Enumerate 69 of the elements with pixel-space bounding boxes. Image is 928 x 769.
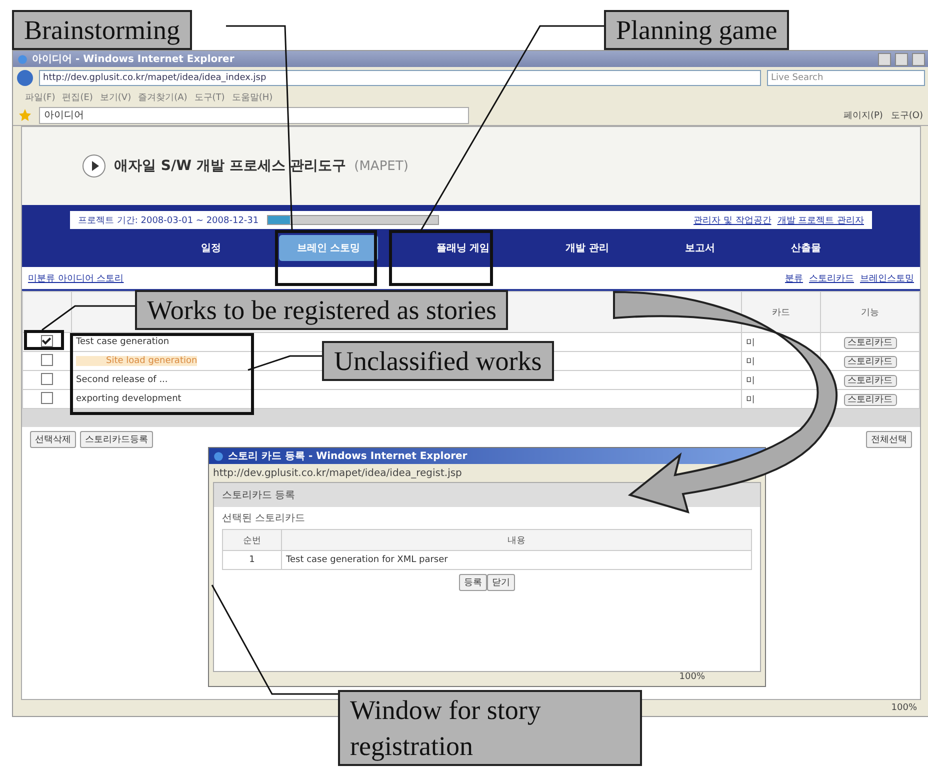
address-field[interactable]: http://dev.gplusit.co.kr/mapet/idea/idea_index.jsp [39,70,761,86]
toolbar-button[interactable]: 도구(O) [890,108,923,122]
breadcrumb-link[interactable]: 브레인스토밍 [860,272,914,284]
action-button[interactable]: 스토리카드등록 [80,430,153,448]
search-field[interactable]: Live Search [767,70,925,86]
close-button[interactable] [912,52,925,66]
nav-tab[interactable]: 플래닝 게임 [418,235,508,261]
toolbar-button[interactable]: 페이지(P) [843,108,883,122]
callout-label: Works to be registered as stories [135,290,508,330]
column-header: 카드 [742,292,820,332]
table-cell: Test case generation for XML parser [282,550,752,570]
nav-tab[interactable]: 개발 관리 [548,235,628,261]
zoom-level[interactable]: 100% [679,672,705,686]
row-checkbox[interactable] [41,392,53,404]
breadcrumb-link[interactable]: 분류 [785,272,803,284]
browser-logo-icon [213,450,224,462]
back-button[interactable] [17,70,33,86]
maximize-button[interactable] [895,52,908,66]
browser-logo-icon [17,54,28,64]
menu-item[interactable]: 즐겨찾기(A) [138,90,188,104]
popup-button[interactable]: 닫기 [487,574,515,591]
select-all-button[interactable]: 전체선택 [866,430,912,448]
story-card-button[interactable]: 스토리카드 [844,394,896,406]
story-card-button[interactable]: 스토리카드 [844,336,896,348]
menu-item[interactable]: 파일(F) [25,90,56,104]
nav-tab[interactable]: 산출물 [773,235,840,261]
column-header: 내용 [282,530,752,550]
window-title: 아이디어 - Windows Internet Explorer [32,53,234,66]
callout-label: Window for story registration [338,690,642,766]
address-text: http://dev.gplusit.co.kr/mapet/idea/idea_regist.jsp [213,468,462,478]
callout-label: Brainstorming [12,10,192,50]
column-header: 순번 [222,530,282,550]
column-header: 기능 [820,292,920,332]
zoom-level[interactable]: 100% [891,703,917,713]
story-card-button[interactable]: 스토리카드 [844,374,896,386]
story-card-button[interactable]: 스토리카드 [844,356,896,368]
menu-item[interactable]: 보기(V) [100,90,132,104]
play-icon [82,154,106,178]
star-icon[interactable] [19,109,31,121]
nav-tab[interactable]: 일정 [182,235,239,261]
app-subtitle: (MAPET) [354,158,408,174]
popup-heading: 스토리카드 등록 [222,489,296,502]
row-checkbox[interactable] [41,372,53,384]
info-link[interactable]: 개발 프로젝트 관리자 [777,214,864,226]
callout-label: Planning game [604,10,790,50]
row-checkbox[interactable] [41,334,53,346]
action-button[interactable]: 선택삭제 [30,430,76,448]
row-checkbox[interactable] [41,354,53,366]
nav-tab[interactable]: 보고서 [667,235,734,261]
popup-button[interactable]: 등록 [459,574,487,591]
work-title: Second release of ... [76,375,168,385]
work-title: Site load generation [76,356,198,366]
work-title: exporting development [76,394,182,404]
info-link[interactable]: 관리자 및 작업공간 [694,214,772,226]
browser-tab[interactable]: 아이디어 [39,106,469,124]
minimize-button[interactable] [878,52,891,66]
breadcrumb-link[interactable]: 스토리카드 [809,272,854,284]
project-period: 프로젝트 기간: 2008-03-01 ~ 2008-12-31 [78,214,259,226]
work-title: Test case generation [76,337,170,347]
menu-item[interactable]: 도구(T) [194,90,225,104]
app-title: 애자일 S/W 개발 프로세스 관리도구 [114,157,346,175]
unclassified-link[interactable]: 미분류 아이디어 스토리 [28,272,124,284]
window-title: 스토리 카드 등록 - Windows Internet Explorer [228,450,468,463]
menu-item[interactable]: 편집(E) [62,90,93,104]
menu-item[interactable]: 도움말(H) [232,90,273,104]
section-label: 선택된 스토리카드 [221,512,306,525]
callout-label: Unclassified works [322,341,554,381]
highlight-frame [24,330,64,350]
table-cell: 1 [222,550,282,570]
